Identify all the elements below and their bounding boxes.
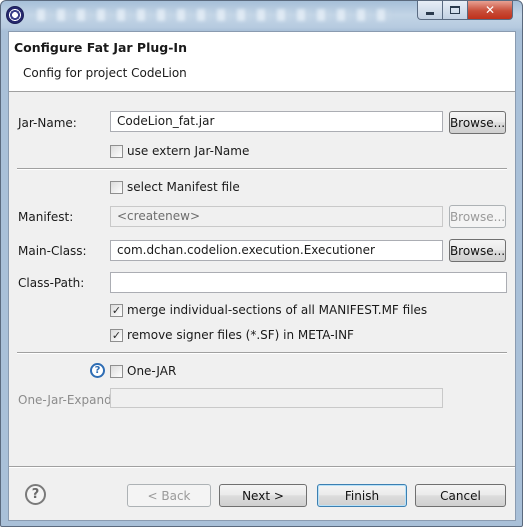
window-title xyxy=(31,9,391,21)
separator xyxy=(17,168,507,170)
close-icon: ✕ xyxy=(484,3,496,17)
one-jar-expand-input[interactable] xyxy=(110,388,443,408)
minimize-icon xyxy=(426,11,434,15)
banner-title: Configure Fat Jar Plug-In xyxy=(14,40,187,55)
separator xyxy=(17,352,507,354)
main-class-input[interactable]: com.dchan.codelion.execution.Executioner xyxy=(110,240,443,261)
checkmark-icon: ✓ xyxy=(111,304,122,317)
eclipse-icon xyxy=(6,6,24,24)
footer-separator xyxy=(9,466,515,468)
title-bar[interactable]: ✕ xyxy=(1,1,522,31)
class-path-input[interactable] xyxy=(110,272,507,293)
help-icon[interactable]: ? xyxy=(90,363,105,378)
jar-name-input[interactable]: CodeLion_fat.jar xyxy=(110,111,443,132)
banner-subtitle: Config for project CodeLion xyxy=(23,66,187,80)
maximize-icon xyxy=(450,6,460,14)
jar-name-label: Jar-Name: xyxy=(18,116,77,130)
select-manifest-checkbox[interactable] xyxy=(110,181,123,194)
close-button[interactable]: ✕ xyxy=(467,1,513,20)
use-extern-label[interactable]: use extern Jar-Name xyxy=(127,144,249,158)
remove-signer-checkbox[interactable]: ✓ xyxy=(110,329,123,342)
back-button[interactable]: < Back xyxy=(127,484,211,507)
select-manifest-label[interactable]: select Manifest file xyxy=(127,180,240,194)
main-class-label: Main-Class: xyxy=(18,244,87,258)
merge-sections-checkbox[interactable]: ✓ xyxy=(110,304,123,317)
manifest-input[interactable]: <createnew> xyxy=(110,206,443,227)
dialog-client: Configure Fat Jar Plug-In Config for pro… xyxy=(8,31,516,521)
manifest-label: Manifest: xyxy=(18,210,74,224)
class-path-label: Class-Path: xyxy=(18,276,85,290)
help-icon[interactable]: ? xyxy=(25,484,46,505)
next-button[interactable]: Next > xyxy=(219,484,307,507)
finish-button[interactable]: Finish xyxy=(317,484,407,507)
use-extern-checkbox[interactable] xyxy=(110,145,123,158)
maximize-button[interactable] xyxy=(442,1,468,20)
minimize-button[interactable] xyxy=(417,1,443,20)
checkmark-icon: ✓ xyxy=(111,329,122,342)
dialog-window: ✕ Configure Fat Jar Plug-In Config for p… xyxy=(0,0,523,527)
manifest-browse-button[interactable]: Browse... xyxy=(449,205,506,228)
one-jar-label[interactable]: One-JAR xyxy=(127,364,176,378)
cancel-button[interactable]: Cancel xyxy=(415,484,506,507)
remove-signer-label[interactable]: remove signer files (*.SF) in META-INF xyxy=(127,328,354,342)
one-jar-checkbox[interactable] xyxy=(110,365,123,378)
jar-name-browse-button[interactable]: Browse... xyxy=(449,111,506,134)
main-class-browse-button[interactable]: Browse... xyxy=(449,239,506,262)
wizard-banner: Configure Fat Jar Plug-In Config for pro… xyxy=(9,32,515,92)
one-jar-expand-label: One-Jar-Expand: xyxy=(18,393,116,407)
merge-sections-label[interactable]: merge individual-sections of all MANIFES… xyxy=(127,303,427,317)
